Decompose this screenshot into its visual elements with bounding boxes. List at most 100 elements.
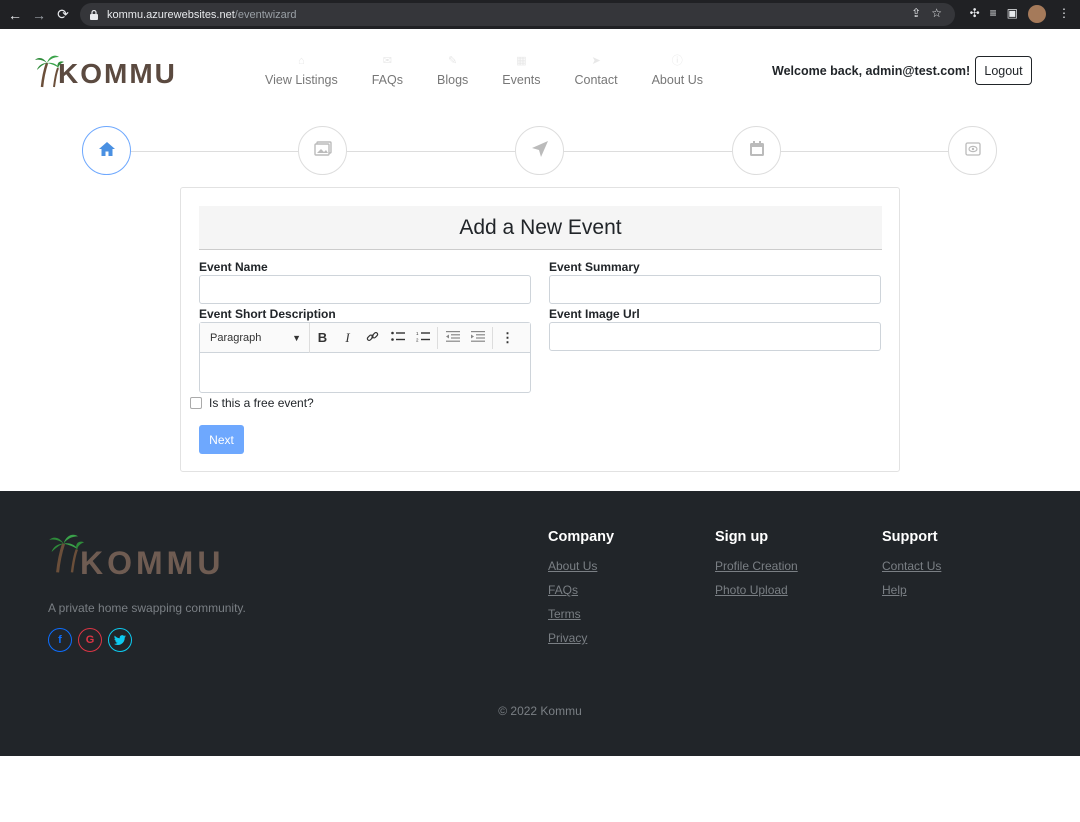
bold-icon[interactable]: B [310, 330, 335, 345]
site-logo[interactable]: KOMMU [34, 51, 177, 89]
outdent-icon[interactable] [440, 330, 465, 345]
lock-icon [90, 9, 98, 20]
toolbar-divider [437, 326, 438, 349]
free-event-label: Is this a free event? [209, 396, 314, 410]
footer-column-signup: Sign up Profile Creation Photo Upload [715, 529, 798, 607]
rich-text-editor: Paragraph ▼ B I 12 ⋮ [199, 322, 531, 393]
footer-column-company: Company About Us FAQs Terms Privacy [548, 529, 614, 655]
numbered-list-icon[interactable]: 12 [410, 330, 435, 345]
sidepanel-icon[interactable]: ▣ [1007, 6, 1018, 20]
paper-plane-icon [531, 140, 549, 162]
social-links: f G [48, 628, 132, 652]
footer-link-terms[interactable]: Terms [548, 607, 614, 621]
twitter-icon[interactable] [108, 628, 132, 652]
home-icon: ⌂ [298, 55, 305, 67]
address-bar[interactable]: kommu.azurewebsites.net/eventwizard [80, 3, 955, 26]
indent-icon[interactable] [465, 330, 490, 345]
event-name-label: Event Name [199, 260, 268, 274]
svg-text:2: 2 [416, 338, 419, 343]
footer-link-contact-us[interactable]: Contact Us [882, 559, 941, 573]
bookmark-star-icon[interactable]: ☆ [931, 6, 942, 20]
url-host: kommu.azurewebsites.net [107, 8, 235, 21]
nav-faqs[interactable]: ✉ FAQs [372, 53, 403, 87]
extensions-puzzle-icon[interactable]: ✣ [970, 6, 980, 20]
url-path: /eventwizard [234, 8, 297, 21]
logout-button[interactable]: Logout [975, 56, 1032, 85]
nav-about-us[interactable]: ⓘ About Us [652, 53, 703, 87]
media-icon[interactable]: ≡ [990, 6, 997, 20]
event-name-input[interactable] [199, 275, 531, 304]
free-event-row: Is this a free event? [190, 396, 314, 410]
footer-column-support: Support Contact Us Help [882, 529, 941, 607]
svg-text:1: 1 [416, 331, 419, 336]
paragraph-format-dropdown[interactable]: Paragraph ▼ [200, 322, 310, 353]
bulleted-list-icon[interactable] [385, 330, 410, 345]
paper-plane-icon: ➤ [591, 55, 601, 67]
nav-label: Events [502, 73, 541, 87]
editor-toolbar: Paragraph ▼ B I 12 ⋮ [200, 322, 530, 353]
image-url-input[interactable] [549, 322, 881, 351]
google-icon[interactable]: G [78, 628, 102, 652]
footer-logo-text: KOMMU [80, 545, 225, 581]
nav-contact[interactable]: ➤ Contact [575, 53, 618, 87]
site-footer: KOMMU A private home swapping community.… [0, 491, 1080, 756]
footer-logo[interactable]: KOMMU [48, 527, 224, 582]
event-summary-input[interactable] [549, 275, 881, 304]
eye-icon [964, 141, 981, 160]
chat-icon: ✉ [382, 55, 392, 67]
profile-avatar[interactable] [1028, 5, 1046, 23]
facebook-icon[interactable]: f [48, 628, 72, 652]
paragraph-format-value: Paragraph [210, 331, 262, 344]
step-send[interactable] [515, 126, 564, 175]
info-icon: ⓘ [671, 55, 683, 67]
footer-link-about-us[interactable]: About Us [548, 559, 614, 573]
nav-events[interactable]: ▦ Events [502, 53, 540, 87]
wizard-stepper [82, 126, 997, 176]
nav-label: About Us [651, 73, 704, 87]
reload-icon[interactable]: ⟳ [51, 0, 75, 29]
step-images[interactable] [298, 126, 347, 175]
nav-blogs[interactable]: ✎ Blogs [437, 53, 468, 87]
main-nav: ⌂ View Listings ✉ FAQs ✎ Blogs ▦ Events … [248, 53, 720, 87]
step-calendar[interactable] [732, 126, 781, 175]
nav-label: Contact [574, 73, 618, 87]
footer-tagline: A private home swapping community. [48, 601, 246, 615]
browser-menu-icon[interactable]: ⋮ [1058, 6, 1070, 20]
logo-text: KOMMU [58, 58, 177, 89]
step-home[interactable] [82, 126, 131, 175]
free-event-checkbox[interactable] [190, 397, 202, 409]
italic-icon[interactable]: I [335, 330, 360, 346]
calendar-icon [749, 140, 765, 161]
nav-label: View Listings [265, 73, 338, 87]
event-summary-label: Event Summary [549, 260, 640, 274]
more-options-icon[interactable]: ⋮ [495, 330, 520, 346]
nav-view-listings[interactable]: ⌂ View Listings [265, 53, 338, 87]
home-icon [98, 141, 116, 161]
forward-arrow-icon[interactable]: → [27, 0, 51, 29]
site-header: KOMMU ⌂ View Listings ✉ FAQs ✎ Blogs ▦ E… [0, 29, 1080, 121]
images-icon [313, 141, 332, 160]
palm-tree-icon [48, 527, 84, 582]
copyright: © 2022 Kommu [498, 704, 582, 718]
footer-column-title: Sign up [715, 529, 769, 545]
short-description-label: Event Short Description [199, 307, 336, 321]
welcome-message: Welcome back, admin@test.com! [772, 64, 971, 78]
footer-link-privacy[interactable]: Privacy [548, 631, 614, 645]
footer-column-title: Company [548, 529, 615, 545]
link-icon[interactable] [360, 330, 385, 346]
chevron-down-icon: ▼ [292, 332, 301, 343]
image-url-label: Event Image Url [549, 307, 640, 321]
footer-column-title: Support [882, 529, 938, 545]
next-button[interactable]: Next [199, 425, 244, 454]
footer-link-faqs[interactable]: FAQs [548, 583, 614, 597]
nav-label: Blogs [437, 73, 469, 87]
palm-tree-icon [34, 51, 64, 89]
footer-link-profile-creation[interactable]: Profile Creation [715, 559, 798, 573]
footer-link-photo-upload[interactable]: Photo Upload [715, 583, 798, 597]
pen-icon: ✎ [448, 55, 458, 67]
back-arrow-icon[interactable]: ← [3, 0, 27, 29]
step-preview[interactable] [948, 126, 997, 175]
footer-link-help[interactable]: Help [882, 583, 941, 597]
form-title: Add a New Event [199, 206, 882, 250]
share-icon[interactable]: ⇪ [911, 6, 921, 20]
